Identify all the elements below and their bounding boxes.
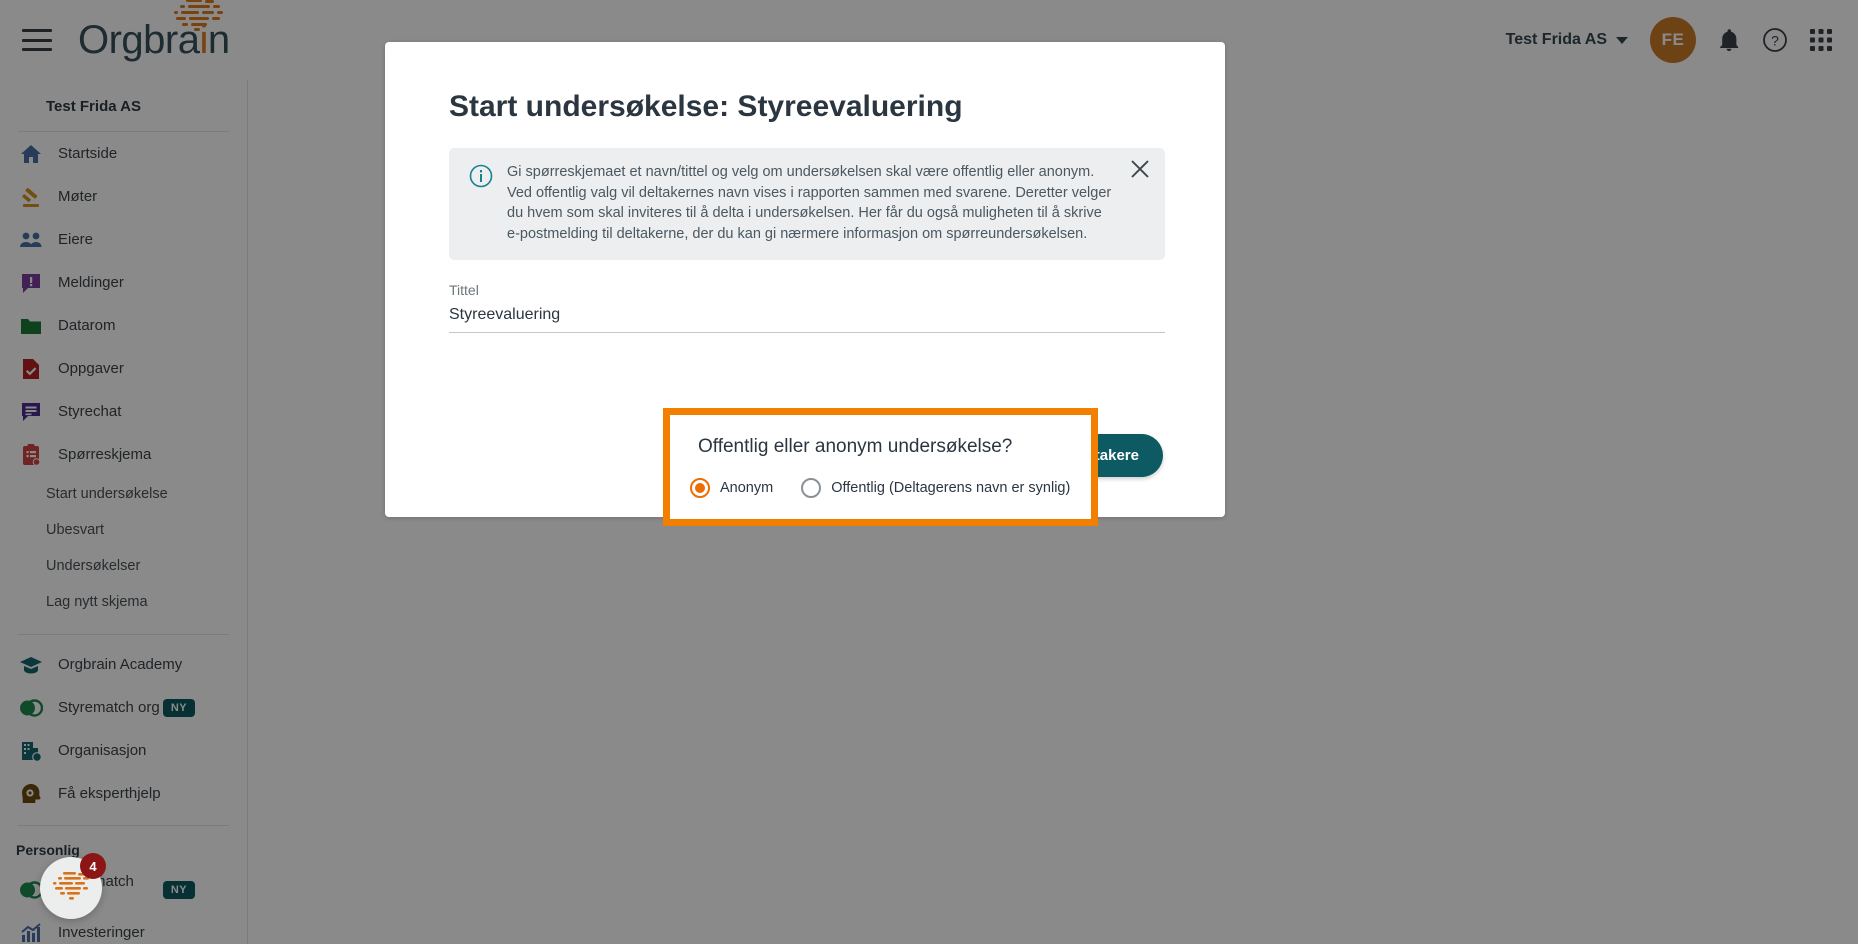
sidebar-item-styrematch-meg[interactable]: Styrematch meg NY [0,868,247,911]
apps-grid-icon[interactable] [1810,29,1832,51]
visibility-choice-highlight: Offentlig eller anonym undersøkelse? Ano… [663,408,1098,526]
sidebar-item-label: Spørreskjema [58,446,152,463]
radio-indicator-anonym[interactable] [690,478,710,498]
hamburger-menu-icon[interactable] [22,29,52,51]
sidebar-item-label: Eiere [58,231,94,248]
sidebar-item-label: Orgbrain Academy [58,656,183,673]
sidebar-subitem-label: Undersøkelser [46,558,141,574]
orgbrain-logo[interactable]: Orgbrain [78,0,230,60]
head-gear-icon [16,782,46,806]
building-gear-icon [16,739,46,763]
sidebar-item-label: Startside [58,145,118,162]
sidebar-section-personlig: Personlig [16,842,80,858]
svg-text:?: ? [1771,33,1779,49]
sidebar-item-moter[interactable]: Møter [0,175,247,218]
message-alert-icon [16,271,46,295]
info-circle-icon [469,164,493,193]
sidebar-item-oppgaver[interactable]: Oppgaver [0,347,247,390]
radio-option-anonym[interactable]: Anonym [690,478,773,498]
sidebar-item-organisasjon[interactable]: Organisasjon [0,729,247,772]
gavel-icon [16,185,46,209]
sidebar-item-label: Møter [58,188,98,205]
sidebar-subitem-lag-nytt-skjema[interactable]: Lag nytt skjema [0,584,247,620]
sidebar-item-label: Datarom [58,317,116,334]
sidebar-item-styrematch-org[interactable]: Styrematch org NY [0,686,247,729]
sidebar-item-label: Styrechat [58,403,122,420]
sidebar-subitem-start-undersokelse[interactable]: Start undersøkelse [0,476,247,512]
title-field-group: Tittel [449,282,1165,334]
sidebar-item-label: Få eksperthjelp [58,785,161,802]
sidebar-item-orgbrain-academy[interactable]: Orgbrain Academy [0,643,247,686]
sidebar: Test Frida AS Startside Møter Eiere Meld [0,80,248,944]
title-input[interactable] [449,306,1165,334]
sidebar-item-startside[interactable]: Startside [0,132,247,175]
task-document-icon [16,357,46,381]
top-bar-actions: Test Frida AS FE ? [1506,17,1832,63]
dialog-title: Start undersøkelse: Styreevaluering [449,90,963,123]
sidebar-item-meldinger[interactable]: Meldinger [0,261,247,304]
folder-icon [16,314,46,338]
sidebar-item-fa-eksperthjelp[interactable]: Få eksperthjelp [0,772,247,815]
sidebar-item-label: Meldinger [58,274,124,291]
radio-label-anonym: Anonym [720,480,774,496]
sidebar-subitem-ubesvart[interactable]: Ubesvart [0,512,247,548]
new-badge: NY [162,698,195,717]
sidebar-subitem-label: Start undersøkelse [46,486,168,502]
avatar[interactable]: FE [1650,17,1696,63]
sidebar-divider-mid [18,634,229,635]
help-question-icon[interactable]: ? [1762,27,1788,53]
chevron-down-icon [1616,36,1628,44]
venn-circles-icon [16,696,46,720]
radio-option-offentlig[interactable]: Offentlig (Deltagerens navn er synlig) [801,478,1070,498]
chat-widget-button[interactable]: 4 [40,853,106,919]
sidebar-subitem-undersokelser[interactable]: Undersøkelser [0,548,247,584]
visibility-radio-group: Anonym Offentlig (Deltagerens navn er sy… [690,478,1091,498]
info-banner: Gi spørreskjemaet et navn/tittel og velg… [449,148,1165,261]
chat-icon [16,400,46,424]
sidebar-subitem-label: Lag nytt skjema [46,594,148,610]
sidebar-item-styrechat[interactable]: Styrechat [0,390,247,433]
visibility-question-label: Offentlig eller anonym undersøkelse? [698,436,1013,457]
avatar-initials: FE [1661,30,1685,49]
radio-label-offentlig: Offentlig (Deltagerens navn er synlig) [831,480,1071,496]
chat-unread-badge: 4 [80,853,106,879]
sidebar-org-name: Test Frida AS [46,98,142,115]
people-icon [16,228,46,252]
sidebar-item-eiere[interactable]: Eiere [0,218,247,261]
title-field-label: Tittel [449,282,479,299]
chart-growth-icon [16,921,46,944]
info-banner-text: Gi spørreskjemaet et navn/tittel og velg… [507,164,1112,242]
close-x-icon[interactable] [1127,156,1153,182]
notifications-bell-icon[interactable] [1718,28,1740,52]
sidebar-item-label: Styrematch org [58,699,160,716]
sidebar-item-label: Oppgaver [58,360,124,377]
app-root: Orgbrain Test Frida AS FE ? Test Frida A… [0,0,1858,944]
sidebar-item-datarom[interactable]: Datarom [0,304,247,347]
org-selector[interactable]: Test Frida AS [1506,31,1628,49]
sidebar-item-label: Investeringer [58,924,145,941]
sidebar-item-sporreskjema[interactable]: Spørreskjema [0,433,247,476]
sidebar-item-label: Organisasjon [58,742,147,759]
clipboard-icon [16,443,46,467]
home-icon [16,142,46,166]
sidebar-item-investeringer[interactable]: Investeringer [0,911,247,944]
org-selector-label: Test Frida AS [1505,31,1607,48]
brain-logo-icon [174,0,223,31]
sidebar-subitem-label: Ubesvart [46,522,105,538]
new-badge: NY [162,880,195,899]
radio-indicator-offentlig[interactable] [801,478,822,498]
graduation-cap-icon [16,653,46,677]
